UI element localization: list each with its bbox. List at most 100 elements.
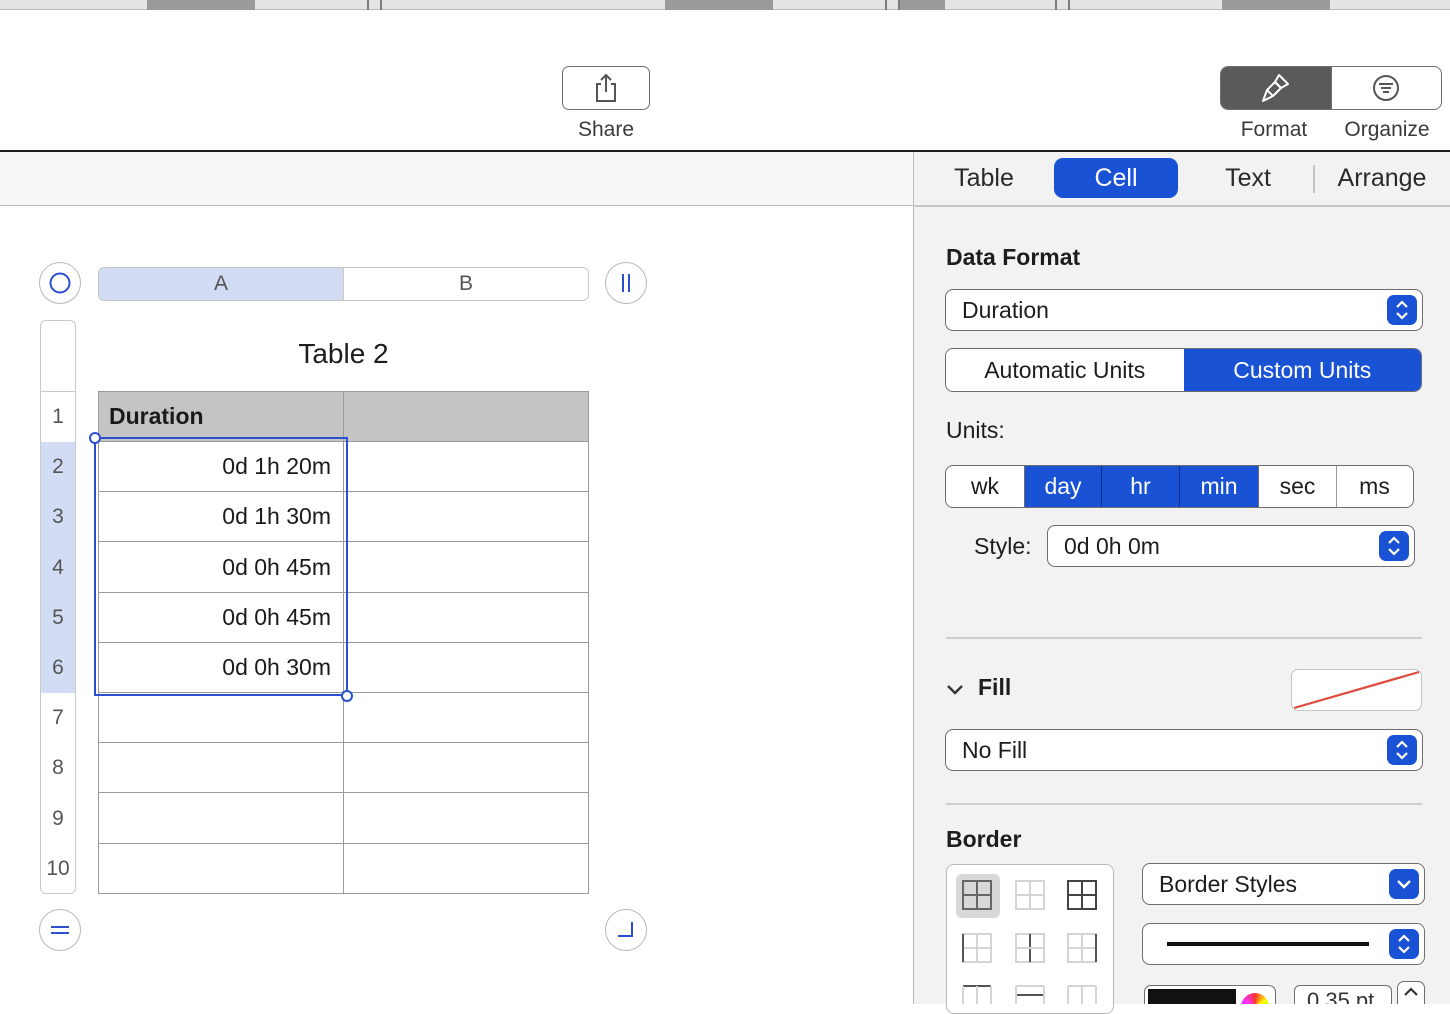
- header-cell-empty[interactable]: [344, 392, 589, 442]
- column-handle-icon: [622, 274, 630, 292]
- share-button[interactable]: [562, 66, 650, 110]
- data-format-popup[interactable]: Duration: [945, 289, 1423, 331]
- automatic-units-button[interactable]: Automatic Units: [946, 349, 1184, 391]
- unit-day[interactable]: day: [1025, 466, 1102, 507]
- header-cell-duration[interactable]: Duration: [99, 392, 344, 442]
- unit-min[interactable]: min: [1180, 466, 1259, 507]
- fill-popup[interactable]: No Fill: [945, 729, 1423, 771]
- row-header[interactable]: 8: [40, 743, 76, 793]
- paintbrush-icon: [1261, 74, 1289, 102]
- popup-stepper-icon: [1387, 295, 1417, 325]
- table-cell[interactable]: [344, 442, 589, 492]
- thumbnail[interactable]: [1222, 0, 1330, 10]
- add-row-handle[interactable]: [39, 909, 81, 951]
- border-line-style-popup[interactable]: [1142, 923, 1425, 965]
- selection-handle-top-left[interactable]: [89, 432, 101, 444]
- border-width-value: 0.35 pt: [1307, 988, 1375, 1004]
- tab-divider: [913, 205, 1450, 207]
- tab-arrange[interactable]: Arrange: [1330, 158, 1434, 198]
- thumbnail-divider: [885, 0, 887, 10]
- chevron-down-icon: [1389, 869, 1419, 899]
- table-cell[interactable]: [344, 693, 589, 743]
- table-cell[interactable]: [99, 844, 344, 894]
- row-header[interactable]: 9: [40, 793, 76, 844]
- resize-table-handle[interactable]: [605, 909, 647, 951]
- organize-icon: [1373, 75, 1400, 101]
- border-width-field[interactable]: 0.35 pt: [1294, 985, 1392, 1004]
- unit-wk[interactable]: wk: [946, 466, 1025, 507]
- row-header[interactable]: 5: [40, 593, 76, 643]
- data-format-value: Duration: [962, 296, 1049, 323]
- table-cell[interactable]: [344, 743, 589, 793]
- organize-button[interactable]: [1330, 67, 1442, 109]
- thumbnail-divider: [380, 0, 382, 10]
- row-header[interactable]: 3: [40, 492, 76, 542]
- thumbnail[interactable]: [147, 0, 255, 10]
- border-width-stepper[interactable]: [1397, 981, 1425, 1004]
- formula-bar[interactable]: [0, 152, 913, 206]
- row-header[interactable]: 4: [40, 542, 76, 593]
- select-table-button[interactable]: [39, 262, 81, 304]
- popup-stepper-icon: [1389, 929, 1419, 959]
- table-cell[interactable]: [344, 793, 589, 844]
- share-label: Share: [577, 118, 635, 141]
- fill-disclosure[interactable]: [946, 680, 964, 703]
- style-value: 0d 0h 0m: [1064, 532, 1160, 559]
- table-cell[interactable]: [344, 492, 589, 542]
- thumbnail[interactable]: [900, 0, 945, 10]
- format-button[interactable]: [1221, 67, 1331, 109]
- row-header[interactable]: 6: [40, 643, 76, 693]
- table-cell[interactable]: [99, 693, 344, 743]
- units-selector: wk day hr min sec ms: [945, 465, 1414, 508]
- fill-color-well[interactable]: [1291, 669, 1422, 711]
- tab-table[interactable]: Table: [938, 158, 1030, 198]
- custom-units-button[interactable]: Custom Units: [1183, 349, 1421, 391]
- tab-text[interactable]: Text: [1198, 158, 1298, 198]
- format-label: Format: [1240, 118, 1308, 141]
- table-cell[interactable]: [344, 593, 589, 643]
- tab-separator: [1313, 165, 1315, 193]
- style-popup[interactable]: 0d 0h 0m: [1047, 525, 1415, 567]
- table-cell[interactable]: [344, 542, 589, 593]
- border-color-well[interactable]: [1144, 985, 1276, 1004]
- add-column-handle[interactable]: [605, 262, 647, 304]
- table-cell[interactable]: [99, 743, 344, 793]
- line-style-preview: [1167, 942, 1369, 946]
- table-cell[interactable]: [344, 844, 589, 894]
- popup-stepper-icon: [1387, 735, 1417, 765]
- tab-cell[interactable]: Cell: [1054, 158, 1178, 198]
- selection-handle-bottom-right[interactable]: [341, 690, 353, 702]
- column-header-b[interactable]: B: [343, 267, 589, 301]
- fill-title: Fill: [978, 674, 1012, 700]
- row-header[interactable]: 7: [40, 693, 76, 743]
- section-divider: [946, 637, 1422, 639]
- column-header-a[interactable]: A: [98, 267, 344, 301]
- row-header[interactable]: 10: [40, 844, 76, 894]
- thumbnail-divider: [1068, 0, 1070, 10]
- unit-hr[interactable]: hr: [1102, 466, 1180, 507]
- unit-sec[interactable]: sec: [1259, 466, 1337, 507]
- thumbnail[interactable]: [665, 0, 773, 10]
- table-cell[interactable]: [99, 793, 344, 844]
- row-handle-icon: [51, 926, 69, 934]
- thumbnail-divider: [1055, 0, 1057, 10]
- thumbnail-divider: [367, 0, 369, 10]
- table-title[interactable]: Table 2: [98, 338, 589, 370]
- table-cell[interactable]: [344, 643, 589, 693]
- window-thumbnail-strip: [0, 0, 1450, 10]
- format-organize-toggle: [1220, 66, 1442, 110]
- unit-mode-toggle: Automatic Units Custom Units: [945, 348, 1422, 392]
- chevron-down-icon: [947, 685, 963, 695]
- no-fill-swatch-icon: [1293, 670, 1420, 710]
- popup-stepper-icon: [1379, 531, 1409, 561]
- row-header-cap: [40, 320, 76, 392]
- row-header[interactable]: 1: [40, 391, 76, 442]
- border-options-icons: [962, 880, 1097, 1004]
- section-divider: [946, 803, 1422, 805]
- row-header[interactable]: 2: [40, 442, 76, 492]
- unit-ms[interactable]: ms: [1337, 466, 1412, 507]
- color-wheel-icon[interactable]: [1241, 993, 1269, 1004]
- border-styles-popup[interactable]: Border Styles: [1142, 863, 1425, 905]
- chevron-up-icon: [1404, 987, 1418, 996]
- corner-resize-icon: [618, 922, 633, 937]
